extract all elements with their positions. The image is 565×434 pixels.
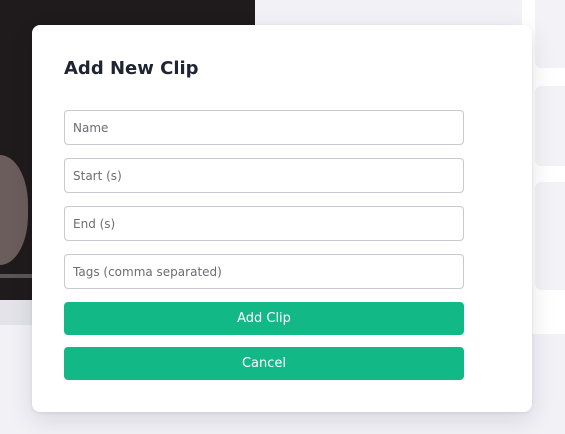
modal-title: Add New Clip	[64, 58, 199, 79]
clip-name-input[interactable]	[64, 110, 464, 145]
clip-card	[535, 0, 565, 68]
cancel-button[interactable]: Cancel	[64, 347, 464, 380]
clip-card	[535, 182, 565, 290]
clip-card	[535, 86, 565, 166]
clip-tags-input[interactable]	[64, 254, 464, 289]
clip-end-input[interactable]	[64, 206, 464, 241]
add-clip-modal: Add New Clip Add Clip Cancel	[32, 25, 532, 412]
clip-start-input[interactable]	[64, 158, 464, 193]
add-clip-button[interactable]: Add Clip	[64, 302, 464, 335]
video-frame-content	[0, 155, 28, 265]
